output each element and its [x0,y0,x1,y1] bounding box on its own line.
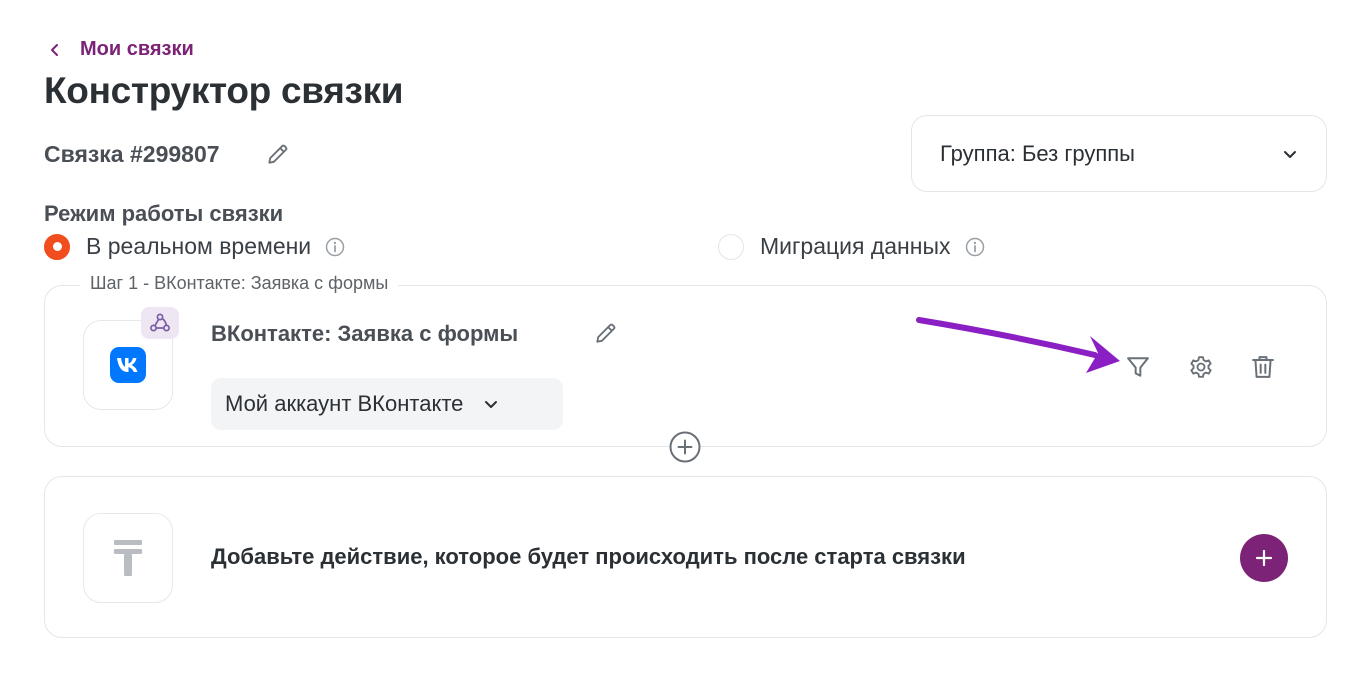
group-select[interactable]: Группа: Без группы [911,115,1327,192]
filter-icon [1127,357,1149,377]
radio-realtime-indicator[interactable] [44,233,70,260]
plus-circle-icon [669,431,701,463]
radio-realtime-label: В реальном времени [86,233,312,259]
back-link-label: Мои связки [80,38,194,60]
back-link[interactable]: Мои связки [48,38,194,61]
radio-migration-label: Миграция данных [760,233,951,259]
chevron-down-icon [1284,150,1296,158]
placeholder-app-icon [114,540,142,576]
add-action-button[interactable] [1240,534,1288,582]
settings-button[interactable] [1185,351,1217,383]
info-icon[interactable] [325,237,345,257]
step-title: ВКонтакте: Заявка с формы [211,321,519,346]
delete-button[interactable] [1247,351,1279,383]
radio-realtime[interactable]: В реальном времени [44,233,345,260]
bundle-name-row: Связка #299807 [44,140,292,168]
pencil-icon [596,323,616,343]
add-action-text: Добавьте действие, которое будет происхо… [211,544,966,569]
account-select[interactable]: Мой аккаунт ВКонтакте [211,378,563,430]
edit-step-title-button[interactable] [592,319,620,347]
webhook-icon [141,307,179,339]
group-select-value: Группа: Без группы [940,140,1135,166]
add-step-button[interactable] [669,431,701,463]
page-title: Конструктор связки [44,70,404,111]
gear-icon [1190,356,1212,378]
bundle-name: Связка #299807 [44,140,220,167]
step-legend: Шаг 1 - ВКонтакте: Заявка с формы [80,273,399,294]
action-app-tile [83,513,173,603]
edit-bundle-name-button[interactable] [264,140,292,168]
chevron-down-icon [485,401,498,408]
vk-logo-icon [110,347,146,383]
plus-icon [1255,549,1273,567]
chevron-left-icon [51,43,58,56]
info-icon[interactable] [965,237,985,257]
radio-migration[interactable]: Миграция данных [718,233,985,260]
radio-migration-indicator[interactable] [718,233,744,260]
mode-label: Режим работы связки [44,201,284,226]
account-select-value: Мой аккаунт ВКонтакте [225,391,464,416]
pencil-icon [267,144,287,164]
trash-icon [1252,356,1274,378]
filter-button[interactable] [1122,351,1154,383]
